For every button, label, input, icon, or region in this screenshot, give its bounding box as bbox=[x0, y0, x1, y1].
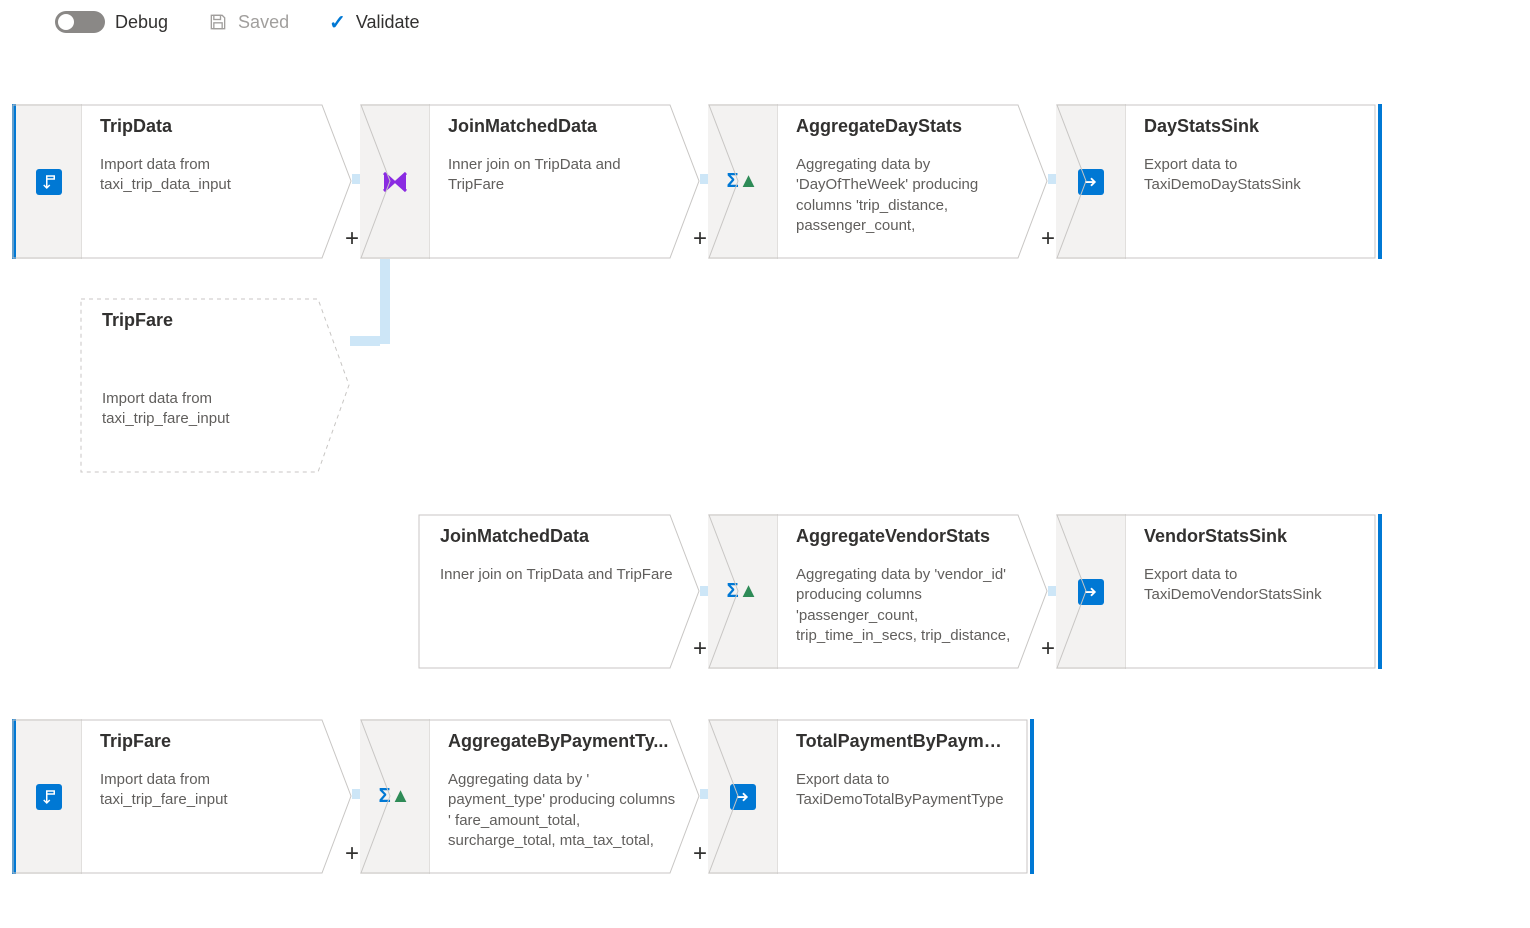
node-title: AggregateDayStats bbox=[796, 116, 1028, 137]
node-icon-area bbox=[1056, 514, 1126, 669]
aggregate-icon: Σ▲ bbox=[730, 169, 756, 195]
validate-button[interactable]: ✓ Validate bbox=[329, 10, 419, 35]
debug-toggle[interactable]: Debug bbox=[55, 11, 168, 33]
node-desc: Aggregating data by 'DayOfTheWeek' produ… bbox=[796, 155, 1028, 236]
node-desc: Inner join on TripData and TripFare bbox=[448, 155, 680, 196]
node-desc: Import data from taxi_trip_fare_input bbox=[100, 770, 332, 811]
source-icon bbox=[36, 784, 62, 810]
node-join-matched-2[interactable]: JoinMatchedData Inner join on TripData a… bbox=[418, 514, 700, 669]
node-icon-area bbox=[1056, 104, 1126, 259]
node-title: JoinMatchedData bbox=[448, 116, 680, 137]
debug-label: Debug bbox=[115, 12, 168, 33]
aggregate-icon: Σ▲ bbox=[730, 579, 756, 605]
node-icon-area bbox=[12, 719, 82, 874]
validate-label: Validate bbox=[356, 12, 420, 33]
node-desc: Import data from taxi_trip_fare_input bbox=[102, 389, 330, 430]
sink-icon bbox=[1078, 169, 1104, 195]
node-join-matched-1[interactable]: JoinMatchedData Inner join on TripData a… bbox=[360, 104, 700, 259]
node-tripdata[interactable]: TripData Import data from taxi_trip_data… bbox=[12, 104, 352, 259]
node-total-payment-sink[interactable]: TotalPaymentByPaymen... Export data to T… bbox=[708, 719, 1028, 874]
toolbar: Debug Saved ✓ Validate bbox=[0, 0, 1530, 44]
toggle-switch-icon[interactable] bbox=[55, 11, 105, 33]
node-icon-area bbox=[708, 719, 778, 874]
node-title: TripFare bbox=[102, 310, 330, 331]
node-icon-area: Σ▲ bbox=[708, 514, 778, 669]
node-desc: Export data to TaxiDemoVendorStatsSink bbox=[1144, 565, 1356, 606]
node-vendor-stats-sink[interactable]: VendorStatsSink Export data to TaxiDemoV… bbox=[1056, 514, 1376, 669]
node-title: VendorStatsSink bbox=[1144, 526, 1356, 547]
aggregate-icon: Σ▲ bbox=[382, 784, 408, 810]
node-icon-area bbox=[12, 104, 82, 259]
node-title: DayStatsSink bbox=[1144, 116, 1356, 137]
saved-indicator: Saved bbox=[208, 12, 289, 33]
node-desc: Export data to TaxiDemoDayStatsSink bbox=[1144, 155, 1356, 196]
node-icon-area: Σ▲ bbox=[708, 104, 778, 259]
source-icon bbox=[36, 169, 62, 195]
node-tripfare-reference[interactable]: TripFare Import data from taxi_trip_fare… bbox=[80, 298, 350, 473]
node-title: AggregateByPaymentTy... bbox=[448, 731, 680, 752]
node-icon-area: Σ▲ bbox=[360, 719, 430, 874]
save-icon bbox=[208, 12, 228, 32]
node-day-stats-sink[interactable]: DayStatsSink Export data to TaxiDemoDayS… bbox=[1056, 104, 1376, 259]
node-desc: Aggregating data by 'vendor_id' producin… bbox=[796, 565, 1028, 646]
node-title: TotalPaymentByPaymen... bbox=[796, 731, 1008, 752]
node-title: JoinMatchedData bbox=[440, 526, 680, 547]
node-desc: Aggregating data by ' payment_type' prod… bbox=[448, 770, 680, 851]
node-icon-area bbox=[360, 104, 430, 259]
node-desc: Import data from taxi_trip_data_input bbox=[100, 155, 332, 196]
node-title: AggregateVendorStats bbox=[796, 526, 1028, 547]
node-desc: Inner join on TripData and TripFare bbox=[440, 565, 680, 585]
sink-icon bbox=[730, 784, 756, 810]
check-icon: ✓ bbox=[329, 10, 346, 35]
node-desc: Export data to TaxiDemoTotalByPaymentTyp… bbox=[796, 770, 1008, 811]
node-tripfare[interactable]: TripFare Import data from taxi_trip_fare… bbox=[12, 719, 352, 874]
saved-label: Saved bbox=[238, 12, 289, 33]
node-title: TripData bbox=[100, 116, 332, 137]
node-aggregate-vendor-stats[interactable]: Σ▲ AggregateVendorStats Aggregating data… bbox=[708, 514, 1048, 669]
node-aggregate-by-payment-type[interactable]: Σ▲ AggregateByPaymentTy... Aggregating d… bbox=[360, 719, 700, 874]
sink-icon bbox=[1078, 579, 1104, 605]
node-title: TripFare bbox=[100, 731, 332, 752]
join-icon bbox=[382, 169, 408, 195]
node-aggregate-day-stats[interactable]: Σ▲ AggregateDayStats Aggregating data by… bbox=[708, 104, 1048, 259]
